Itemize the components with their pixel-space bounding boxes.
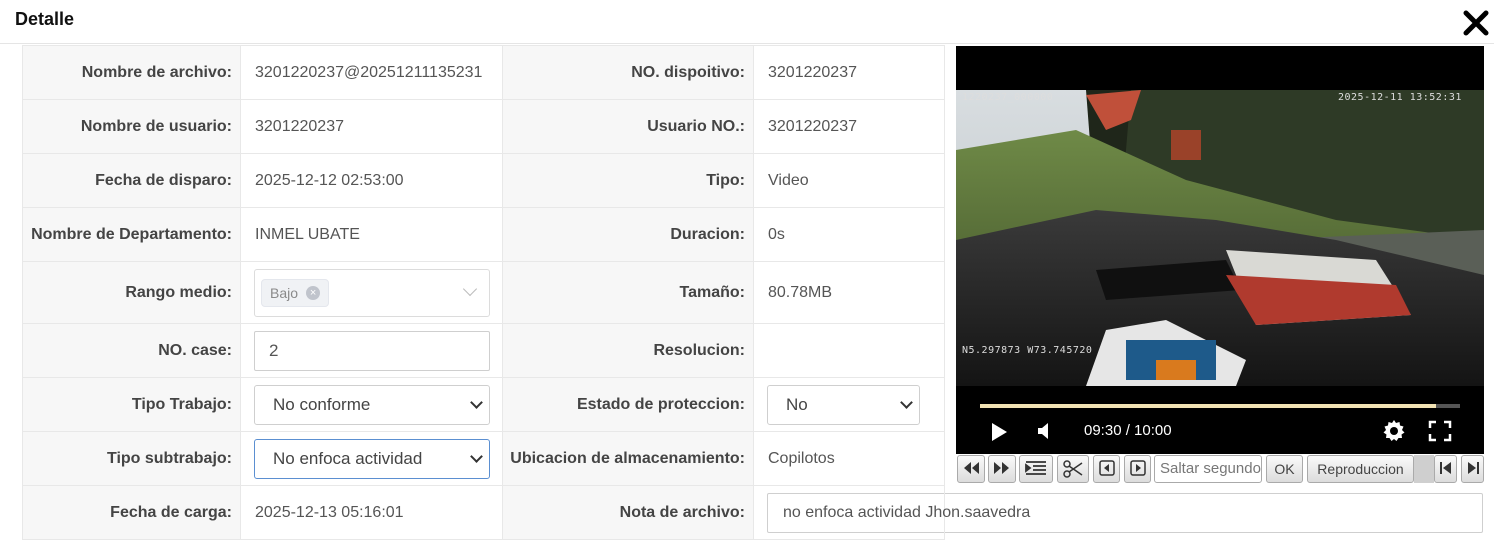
department-label: Nombre de Departamento: bbox=[22, 207, 241, 262]
scissors-icon bbox=[1063, 460, 1083, 478]
chevron-down-icon bbox=[900, 395, 913, 409]
chevron-down-icon bbox=[470, 395, 483, 409]
work-type-label: Tipo Trabajo: bbox=[22, 377, 241, 432]
fast-forward-button[interactable] bbox=[988, 455, 1016, 483]
media-range-tag-label: Bajo bbox=[270, 284, 299, 301]
storage-location-label: Ubicacion de almacenamiento: bbox=[502, 431, 754, 486]
volume-icon[interactable] bbox=[1036, 421, 1056, 441]
close-icon[interactable] bbox=[1462, 9, 1490, 37]
chevron-down-icon bbox=[462, 281, 478, 296]
video-frame[interactable]: 1220237_000000 2025-12-11 13:52:31 N5.29… bbox=[956, 90, 1484, 386]
player-toolbar: Saltar segundo OK Reproduccion bbox=[956, 454, 1484, 484]
list-button[interactable] bbox=[1019, 455, 1053, 483]
playback-button[interactable]: Reproduccion bbox=[1307, 455, 1414, 483]
sub-work-type-select[interactable]: No enfoca actividad bbox=[254, 438, 490, 479]
osd-gps: N5.297873 W73.745720 bbox=[962, 345, 1093, 356]
trigger-date-value: 2025-12-12 02:53:00 bbox=[240, 153, 503, 208]
next-frame-button[interactable] bbox=[1124, 455, 1151, 483]
clip-button[interactable] bbox=[1057, 455, 1089, 483]
user-name-value: 3201220237 bbox=[240, 99, 503, 154]
media-range-tag: Bajo × bbox=[261, 278, 330, 307]
upload-date-label: Fecha de carga: bbox=[22, 485, 241, 540]
time-display: 09:30 / 10:00 bbox=[1084, 422, 1172, 439]
skip-start-button[interactable] bbox=[1434, 455, 1457, 483]
resolution-value bbox=[753, 323, 945, 378]
sub-work-type-label: Tipo subtrabajo: bbox=[22, 431, 241, 486]
size-value: 80.78MB bbox=[753, 261, 945, 324]
skip-start-icon bbox=[1439, 462, 1451, 474]
rewind-button[interactable] bbox=[957, 455, 985, 483]
prev-frame-button[interactable] bbox=[1093, 455, 1120, 483]
skip-end-icon bbox=[1467, 462, 1479, 474]
seek-seconds-input[interactable]: Saltar segundo bbox=[1154, 455, 1262, 483]
duration-value: 0s bbox=[753, 207, 945, 262]
storage-location-value: Copilotos bbox=[753, 431, 945, 486]
user-name-label: Nombre de usuario: bbox=[22, 99, 241, 154]
file-note-label: Nota de archivo: bbox=[502, 485, 754, 540]
ok-button[interactable]: OK bbox=[1266, 455, 1303, 483]
fullscreen-icon[interactable] bbox=[1428, 420, 1452, 442]
media-range-select[interactable]: Bajo × bbox=[254, 268, 490, 317]
type-label: Tipo: bbox=[502, 153, 754, 208]
sub-work-type-selected: No enfoca actividad bbox=[273, 448, 423, 468]
video-scene bbox=[956, 90, 1484, 386]
rewind-icon bbox=[964, 462, 979, 474]
skip-end-button[interactable] bbox=[1461, 455, 1484, 483]
device-no-label: NO. dispoitivo: bbox=[502, 45, 754, 100]
upload-date-value: 2025-12-13 05:16:01 bbox=[240, 485, 503, 540]
work-type-selected: No conforme bbox=[273, 394, 371, 414]
size-label: Tamaño: bbox=[502, 261, 754, 324]
play-icon[interactable] bbox=[990, 422, 1008, 442]
osd-timestamp: 2025-12-11 13:52:31 bbox=[1338, 92, 1462, 103]
toolbar-spacer bbox=[1414, 455, 1434, 483]
duration-label: Duracion: bbox=[502, 207, 754, 262]
type-value: Video bbox=[753, 153, 945, 208]
progress-fill bbox=[980, 404, 1436, 408]
trigger-date-label: Fecha de disparo: bbox=[22, 153, 241, 208]
work-type-select[interactable]: No conforme bbox=[254, 384, 490, 425]
chevron-down-icon bbox=[470, 449, 483, 463]
case-no-label: NO. case: bbox=[22, 323, 241, 378]
fast-forward-icon bbox=[994, 462, 1009, 474]
protection-state-select[interactable]: No bbox=[767, 384, 920, 425]
protection-state-label: Estado de proteccion: bbox=[502, 377, 754, 432]
list-icon bbox=[1025, 461, 1046, 475]
tag-remove-icon[interactable]: × bbox=[306, 285, 321, 300]
file-name-value: 3201220237@20251211135231 bbox=[240, 45, 503, 100]
device-no-value: 3201220237 bbox=[753, 45, 945, 100]
dialog-title: Detalle bbox=[15, 9, 75, 29]
settings-icon[interactable] bbox=[1382, 419, 1406, 443]
user-no-value: 3201220237 bbox=[753, 99, 945, 154]
media-range-label: Rango medio: bbox=[22, 261, 241, 324]
progress-bar[interactable] bbox=[980, 404, 1460, 408]
osd-device-id: 1220237_000000 bbox=[962, 92, 1054, 103]
file-note-input[interactable]: no enfoca actividad Jhon.saavedra bbox=[767, 492, 1483, 533]
file-name-label: Nombre de archivo: bbox=[22, 45, 241, 100]
resolution-label: Resolucion: bbox=[502, 323, 754, 378]
protection-state-selected: No bbox=[786, 394, 808, 414]
case-no-input[interactable]: 2 bbox=[254, 330, 490, 371]
department-value: INMEL UBATE bbox=[240, 207, 503, 262]
dialog-header: Detalle bbox=[0, 0, 1494, 44]
video-player[interactable]: 1220237_000000 2025-12-11 13:52:31 N5.29… bbox=[956, 46, 1484, 454]
player-controls: 09:30 / 10:00 bbox=[956, 386, 1484, 454]
detail-form: Nombre de archivo: 3201220237@2025121113… bbox=[22, 45, 1483, 540]
user-no-label: Usuario NO.: bbox=[502, 99, 754, 154]
prev-frame-icon bbox=[1098, 460, 1115, 476]
next-frame-icon bbox=[1129, 460, 1146, 476]
